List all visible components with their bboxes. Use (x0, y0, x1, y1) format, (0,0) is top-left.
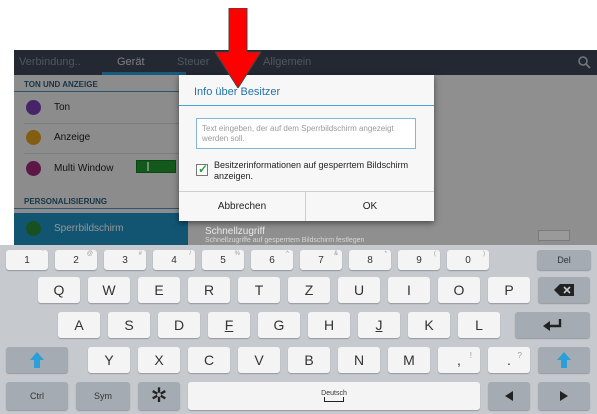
key-y[interactable]: Y (88, 347, 130, 373)
key-secondary: % (234, 251, 240, 257)
shift-icon (30, 352, 44, 368)
input-placeholder: Text eingeben, der auf dem Sperrbildschi… (202, 124, 394, 143)
red-arrow-icon (215, 8, 261, 88)
checkbox-label[interactable]: Besitzerinformationen auf gesperrtem Bil… (214, 160, 424, 182)
key-secondary: ? (517, 351, 522, 360)
owner-info-dialog: Info über Besitzer Text eingeben, der au… (179, 75, 434, 221)
key-9[interactable]: 9( (398, 250, 440, 270)
key-label: 8 (367, 254, 373, 266)
key-secondary: ) (483, 251, 485, 257)
cancel-button[interactable]: Abbrechen (179, 191, 305, 221)
key-label: 9 (416, 254, 422, 266)
key-secondary: ! (469, 351, 472, 360)
on-screen-keyboard: 1 ` 2 @ 3 # 4/ 5% 6 ^ 7 & 8 * 9( 0) Del Q W E … (0, 245, 597, 414)
shift-icon (557, 352, 571, 368)
key-b[interactable]: B (288, 347, 330, 373)
backspace-icon (554, 284, 574, 296)
key-n[interactable]: N (338, 347, 380, 373)
key-label: 5 (220, 254, 226, 266)
backspace-key[interactable] (538, 277, 590, 303)
quick-access-toggle[interactable] (538, 230, 570, 241)
key-q[interactable]: Q (38, 277, 80, 303)
key-0[interactable]: 0) (447, 250, 489, 270)
key-m[interactable]: M (388, 347, 430, 373)
key-i[interactable]: I (388, 277, 430, 303)
settings-key[interactable]: ✲ (138, 382, 180, 410)
key-j[interactable]: J (358, 312, 400, 338)
key-comma[interactable]: ,! (438, 347, 480, 373)
key-label: , (457, 352, 461, 368)
shift-key-left[interactable] (6, 347, 68, 373)
space-key[interactable]: Deutsch (188, 382, 480, 410)
key-secondary: ` (42, 251, 44, 257)
key-7[interactable]: 7 & (300, 250, 342, 270)
ctrl-key[interactable]: Ctrl (6, 382, 68, 410)
shift-key-right[interactable] (538, 347, 590, 373)
key-8[interactable]: 8 * (349, 250, 391, 270)
key-secondary: / (189, 251, 191, 257)
key-label: 7 (318, 254, 324, 266)
key-l[interactable]: L (458, 312, 500, 338)
enter-icon (542, 319, 561, 331)
key-secondary: # (138, 251, 142, 257)
gear-icon: ✲ (150, 385, 168, 407)
quick-access-title[interactable]: Schnellzugriff (205, 226, 265, 237)
space-icon (324, 397, 344, 402)
key-3[interactable]: 3 # (104, 250, 146, 270)
key-secondary: ( (434, 251, 436, 257)
quick-access-subtitle: Schnellzugriffe auf gesperrtem Bildschir… (205, 237, 365, 244)
arrow-left-key[interactable] (488, 382, 530, 410)
key-x[interactable]: X (138, 347, 180, 373)
key-t[interactable]: T (238, 277, 280, 303)
ok-button[interactable]: OK (306, 191, 434, 221)
key-4[interactable]: 4/ (153, 250, 195, 270)
key-r[interactable]: R (188, 277, 230, 303)
key-k[interactable]: K (408, 312, 450, 338)
key-6[interactable]: 6 ^ (251, 250, 293, 270)
delete-key[interactable]: Del (537, 250, 591, 270)
enter-key[interactable] (515, 312, 590, 338)
sym-key[interactable]: Sym (76, 382, 130, 410)
key-d[interactable]: D (158, 312, 200, 338)
arrow-right-key[interactable] (538, 382, 590, 410)
key-w[interactable]: W (88, 277, 130, 303)
key-label: 1 (24, 254, 30, 266)
dialog-title-divider (179, 105, 434, 106)
key-label: 6 (269, 254, 275, 266)
key-label: 2 (73, 254, 79, 266)
key-period[interactable]: .? (488, 347, 530, 373)
key-label: . (507, 352, 511, 368)
key-5[interactable]: 5% (202, 250, 244, 270)
key-s[interactable]: S (108, 312, 150, 338)
key-a[interactable]: A (58, 312, 100, 338)
key-p[interactable]: P (488, 277, 530, 303)
key-u[interactable]: U (338, 277, 380, 303)
key-z[interactable]: Z (288, 277, 330, 303)
key-label: 3 (122, 254, 128, 266)
key-secondary: @ (86, 251, 93, 257)
key-label: 4 (171, 254, 177, 266)
key-v[interactable]: V (238, 347, 280, 373)
key-g[interactable]: G (258, 312, 300, 338)
key-2[interactable]: 2 @ (55, 250, 97, 270)
owner-info-input[interactable]: Text eingeben, der auf dem Sperrbildschi… (196, 118, 416, 149)
key-e[interactable]: E (138, 277, 180, 303)
checkmark-icon: ✓ (198, 162, 209, 176)
key-c[interactable]: C (188, 347, 230, 373)
key-secondary: ^ (286, 251, 289, 257)
key-secondary: & (333, 251, 338, 257)
arrow-left-icon (505, 391, 513, 401)
key-o[interactable]: O (438, 277, 480, 303)
arrow-right-icon (560, 391, 568, 401)
key-f[interactable]: F (208, 312, 250, 338)
key-secondary: * (384, 251, 387, 257)
space-language-label: Deutsch (321, 390, 347, 397)
key-h[interactable]: H (308, 312, 350, 338)
key-1[interactable]: 1 ` (6, 250, 48, 270)
key-label: 0 (465, 254, 471, 266)
show-owner-info-checkbox[interactable]: ✓ (196, 162, 209, 176)
